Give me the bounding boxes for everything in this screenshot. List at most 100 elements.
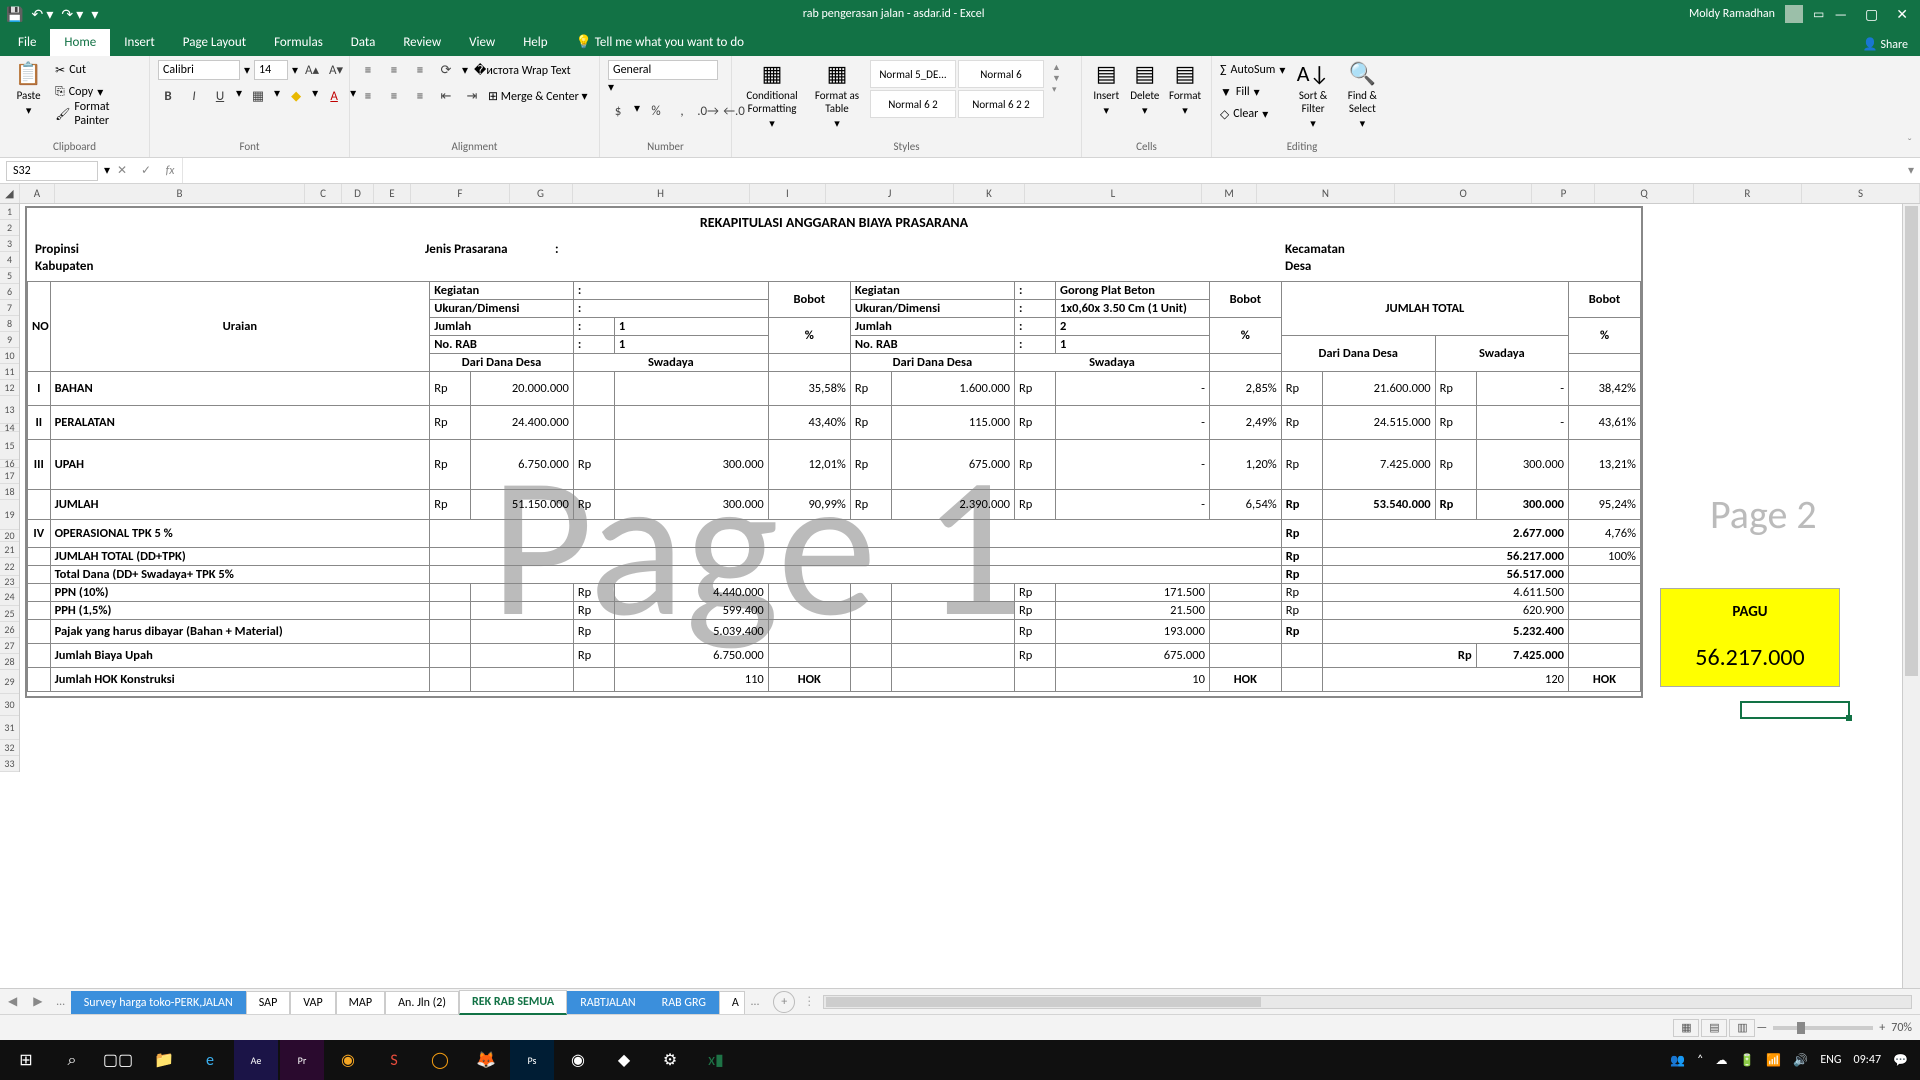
styles-more-icon[interactable]: ▾ [1052,84,1061,95]
app-icon-3[interactable]: ◯ [418,1040,462,1080]
insert-cells-button[interactable]: ▤Insert▾ [1090,60,1123,117]
ribbon-display-icon[interactable]: ▭ [1813,7,1824,22]
align-left-icon[interactable]: ≡ [358,86,378,106]
row-header-19[interactable]: 19 [0,500,19,530]
onedrive-icon[interactable]: ☁ [1715,1053,1727,1068]
wifi-icon[interactable]: 📶 [1766,1053,1781,1068]
expand-formula-icon[interactable]: ▾ [1902,163,1920,178]
task-view-button[interactable]: ▢▢ [96,1040,140,1080]
view-normal-icon[interactable]: ▦ [1673,1019,1699,1037]
row-header-14[interactable]: 14 [0,424,19,432]
cell-styles-gallery[interactable]: Normal 5_DE... Normal 6 Normal 6 2 Norma… [870,60,1044,118]
row-header-24[interactable]: 24 [0,588,19,606]
clear-button[interactable]: ◇ Clear ▾ [1220,104,1285,124]
col-header-O[interactable]: O [1395,184,1533,203]
sheet-tab-anjln[interactable]: An. Jln (2) [385,991,459,1014]
save-icon[interactable]: 💾 [6,6,23,23]
styles-scroll-down-icon[interactable]: ▼ [1052,73,1061,84]
restore-button[interactable]: ▢ [1865,6,1878,23]
tab-data[interactable]: Data [337,29,390,56]
italic-button[interactable]: I [184,86,204,106]
conditional-formatting-button[interactable]: ▦Conditional Formatting▾ [740,60,804,130]
comma-format-icon[interactable]: , [672,101,692,121]
close-button[interactable]: ✕ [1896,6,1908,23]
indent-increase-icon[interactable]: ⇥ [462,86,482,106]
fill-color-button[interactable]: ◆ [286,86,306,106]
search-button[interactable]: ⌕ [50,1040,94,1080]
fx-icon[interactable]: fx [158,164,182,178]
autosum-button[interactable]: ∑ AutoSum ▾ [1220,60,1285,80]
zoom-out-button[interactable]: — [1756,1021,1767,1035]
row-header-18[interactable]: 18 [0,484,19,500]
ps-icon[interactable]: Ps [510,1040,554,1080]
firefox-icon[interactable]: 🦊 [464,1040,508,1080]
align-middle-icon[interactable]: ≡ [384,60,404,80]
cancel-formula-icon[interactable]: ✕ [110,163,134,178]
row-header-11[interactable]: 11 [0,364,19,380]
select-all-corner[interactable]: ◢ [0,184,20,203]
percent-format-icon[interactable]: % [646,101,666,121]
formula-input[interactable] [182,158,1902,183]
cut-button[interactable]: ✂ Cut [55,60,141,80]
align-center-icon[interactable]: ≡ [384,86,404,106]
row-header-16[interactable]: 16 [0,460,19,468]
row-header-5[interactable]: 5 [0,268,19,284]
sheet-tab-rabtjalan[interactable]: RABTJALAN [567,991,648,1014]
format-painter-button[interactable]: 🖌 Format Painter [55,104,141,124]
format-as-table-button[interactable]: ▦Format as Table▾ [810,60,864,130]
wrap-text-button[interactable]: �истота Wrap Text [474,63,571,78]
battery-icon[interactable]: 🔋 [1739,1053,1754,1068]
tab-formulas[interactable]: Formulas [260,29,337,56]
align-top-icon[interactable]: ≡ [358,60,378,80]
tab-insert[interactable]: Insert [110,29,169,56]
row-header-23[interactable]: 23 [0,576,19,588]
col-header-H[interactable]: H [573,184,750,203]
people-icon[interactable]: 👥 [1670,1053,1685,1068]
worksheet-grid[interactable]: ◢ABCDEFGHIJKLMNOPQRS 1234567891011121314… [0,184,1920,988]
sheet-tab-vap[interactable]: VAP [290,991,335,1014]
col-header-C[interactable]: C [305,184,342,203]
col-header-J[interactable]: J [826,184,954,203]
clock[interactable]: 09:47 [1854,1053,1882,1067]
ae-icon[interactable]: Ae [234,1040,278,1080]
file-explorer-icon[interactable]: 📁 [142,1040,186,1080]
increase-decimal-icon[interactable]: .0→ [698,101,718,121]
style-normal622[interactable]: Normal 6 2 2 [958,90,1044,118]
font-size-input[interactable]: 14 [254,60,288,80]
sheet-tab-sap[interactable]: SAP [246,991,291,1014]
row-header-31[interactable]: 31 [0,716,19,740]
qat-customize-icon[interactable]: ▾ [91,6,98,23]
row-header-32[interactable]: 32 [0,740,19,756]
align-bottom-icon[interactable]: ≡ [410,60,430,80]
row-header-20[interactable]: 20 [0,530,19,542]
sheet-nav-prev-icon[interactable]: ◀ [0,994,25,1009]
excel-taskbar-icon[interactable]: x▮ [694,1040,738,1080]
row-header-28[interactable]: 28 [0,654,19,670]
style-normal62[interactable]: Normal 6 2 [870,90,956,118]
border-button[interactable]: ▦ [248,86,268,106]
row-header-10[interactable]: 10 [0,348,19,364]
decrease-font-icon[interactable]: A▾ [326,60,346,80]
copy-button[interactable]: ⎘ Copy ▾ [55,82,141,102]
col-header-A[interactable]: A [20,184,55,203]
merge-center-button[interactable]: ⊞ Merge & Center ▾ [488,89,588,104]
settings-icon[interactable]: ⚙ [648,1040,692,1080]
chrome-icon[interactable]: ◉ [556,1040,600,1080]
row-header-7[interactable]: 7 [0,300,19,316]
delete-cells-button[interactable]: ▤Delete▾ [1129,60,1162,117]
tab-help[interactable]: Help [509,29,561,56]
row-header-9[interactable]: 9 [0,332,19,348]
name-box[interactable]: S32 [6,161,98,181]
tab-view[interactable]: View [455,29,509,56]
redo-icon[interactable]: ↷ ▾ [61,6,83,23]
tab-review[interactable]: Review [389,29,455,56]
new-sheet-button[interactable]: + [773,991,795,1013]
collapse-ribbon-icon[interactable]: ˇ [1907,137,1912,151]
zoom-in-button[interactable]: + [1879,1021,1885,1035]
row-header-22[interactable]: 22 [0,558,19,576]
zoom-level[interactable]: 70% [1891,1021,1912,1035]
sort-filter-button[interactable]: A↓Sort & Filter▾ [1291,60,1334,130]
col-header-Q[interactable]: Q [1595,184,1693,203]
horizontal-scrollbar[interactable]: ◀ [823,995,1912,1009]
row-header-26[interactable]: 26 [0,622,19,638]
